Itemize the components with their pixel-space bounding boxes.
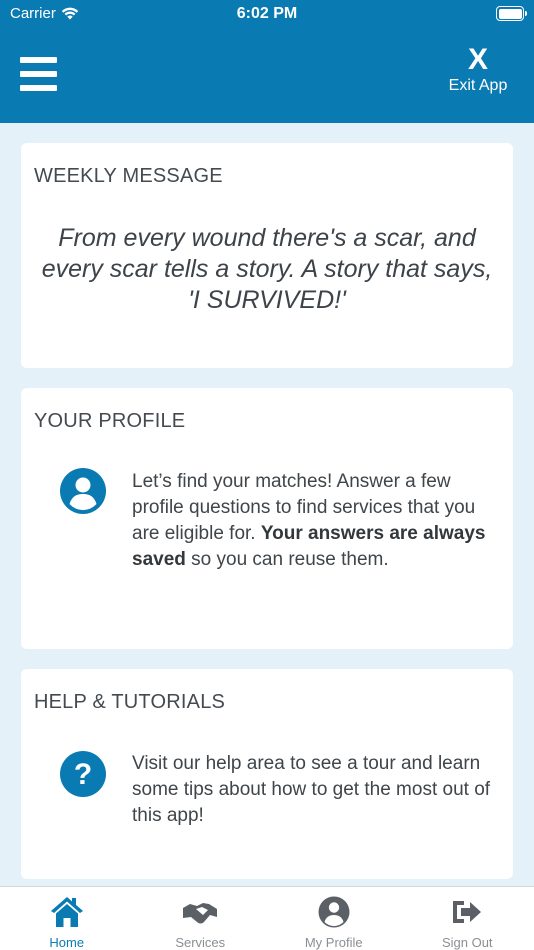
status-bar: Carrier 6:02 PM xyxy=(0,0,534,30)
your-profile-title: YOUR PROFILE xyxy=(34,410,186,432)
your-profile-text: Let’s find your matches! Answer a few pr… xyxy=(132,469,492,573)
home-icon xyxy=(50,897,83,927)
status-time: 6:02 PM xyxy=(236,5,298,22)
handshake-icon xyxy=(183,903,218,924)
weekly-message-title: WEEKLY MESSAGE xyxy=(34,165,223,187)
user-circle-icon xyxy=(60,468,106,514)
close-icon: X xyxy=(467,43,488,76)
tab-my-profile[interactable]: My Profile xyxy=(267,887,401,950)
weekly-message-card: WEEKLY MESSAGE From every wound there's … xyxy=(21,143,513,368)
tab-my-profile-label: My Profile xyxy=(304,935,363,950)
tab-home[interactable]: Home xyxy=(0,887,134,950)
exit-app-label: Exit App xyxy=(448,77,508,94)
your-profile-card[interactable]: YOUR PROFILE Let’s find your matches! An… xyxy=(21,388,513,649)
svg-text:?: ? xyxy=(74,758,92,791)
app-header: Carrier 6:02 PM X Exit App xyxy=(0,0,534,123)
battery-icon xyxy=(496,6,527,21)
tab-services[interactable]: Services xyxy=(134,887,268,950)
weekly-quote: From every wound there's a scar, and eve… xyxy=(41,224,493,314)
tab-sign-out[interactable]: Sign Out xyxy=(401,887,534,950)
bottom-tab-bar: Home Services My Profile Sign Out xyxy=(0,886,534,950)
help-tutorials-text: Visit our help area to see a tour and le… xyxy=(132,753,491,826)
tab-services-label: Services xyxy=(175,935,226,950)
user-circle-icon xyxy=(318,896,350,928)
exit-app-button[interactable]: X Exit App xyxy=(444,45,512,95)
tab-sign-out-label: Sign Out xyxy=(441,935,493,950)
profile-text-outro: so you can reuse them. xyxy=(185,549,389,570)
help-tutorials-title: HELP & TUTORIALS xyxy=(34,691,226,713)
hamburger-menu-icon[interactable] xyxy=(20,57,58,93)
tab-home-label: Home xyxy=(49,935,85,950)
question-circle-icon: ? xyxy=(60,751,106,797)
sign-out-icon xyxy=(453,901,482,923)
help-tutorials-card[interactable]: HELP & TUTORIALS ? Visit our help area t… xyxy=(21,669,513,879)
